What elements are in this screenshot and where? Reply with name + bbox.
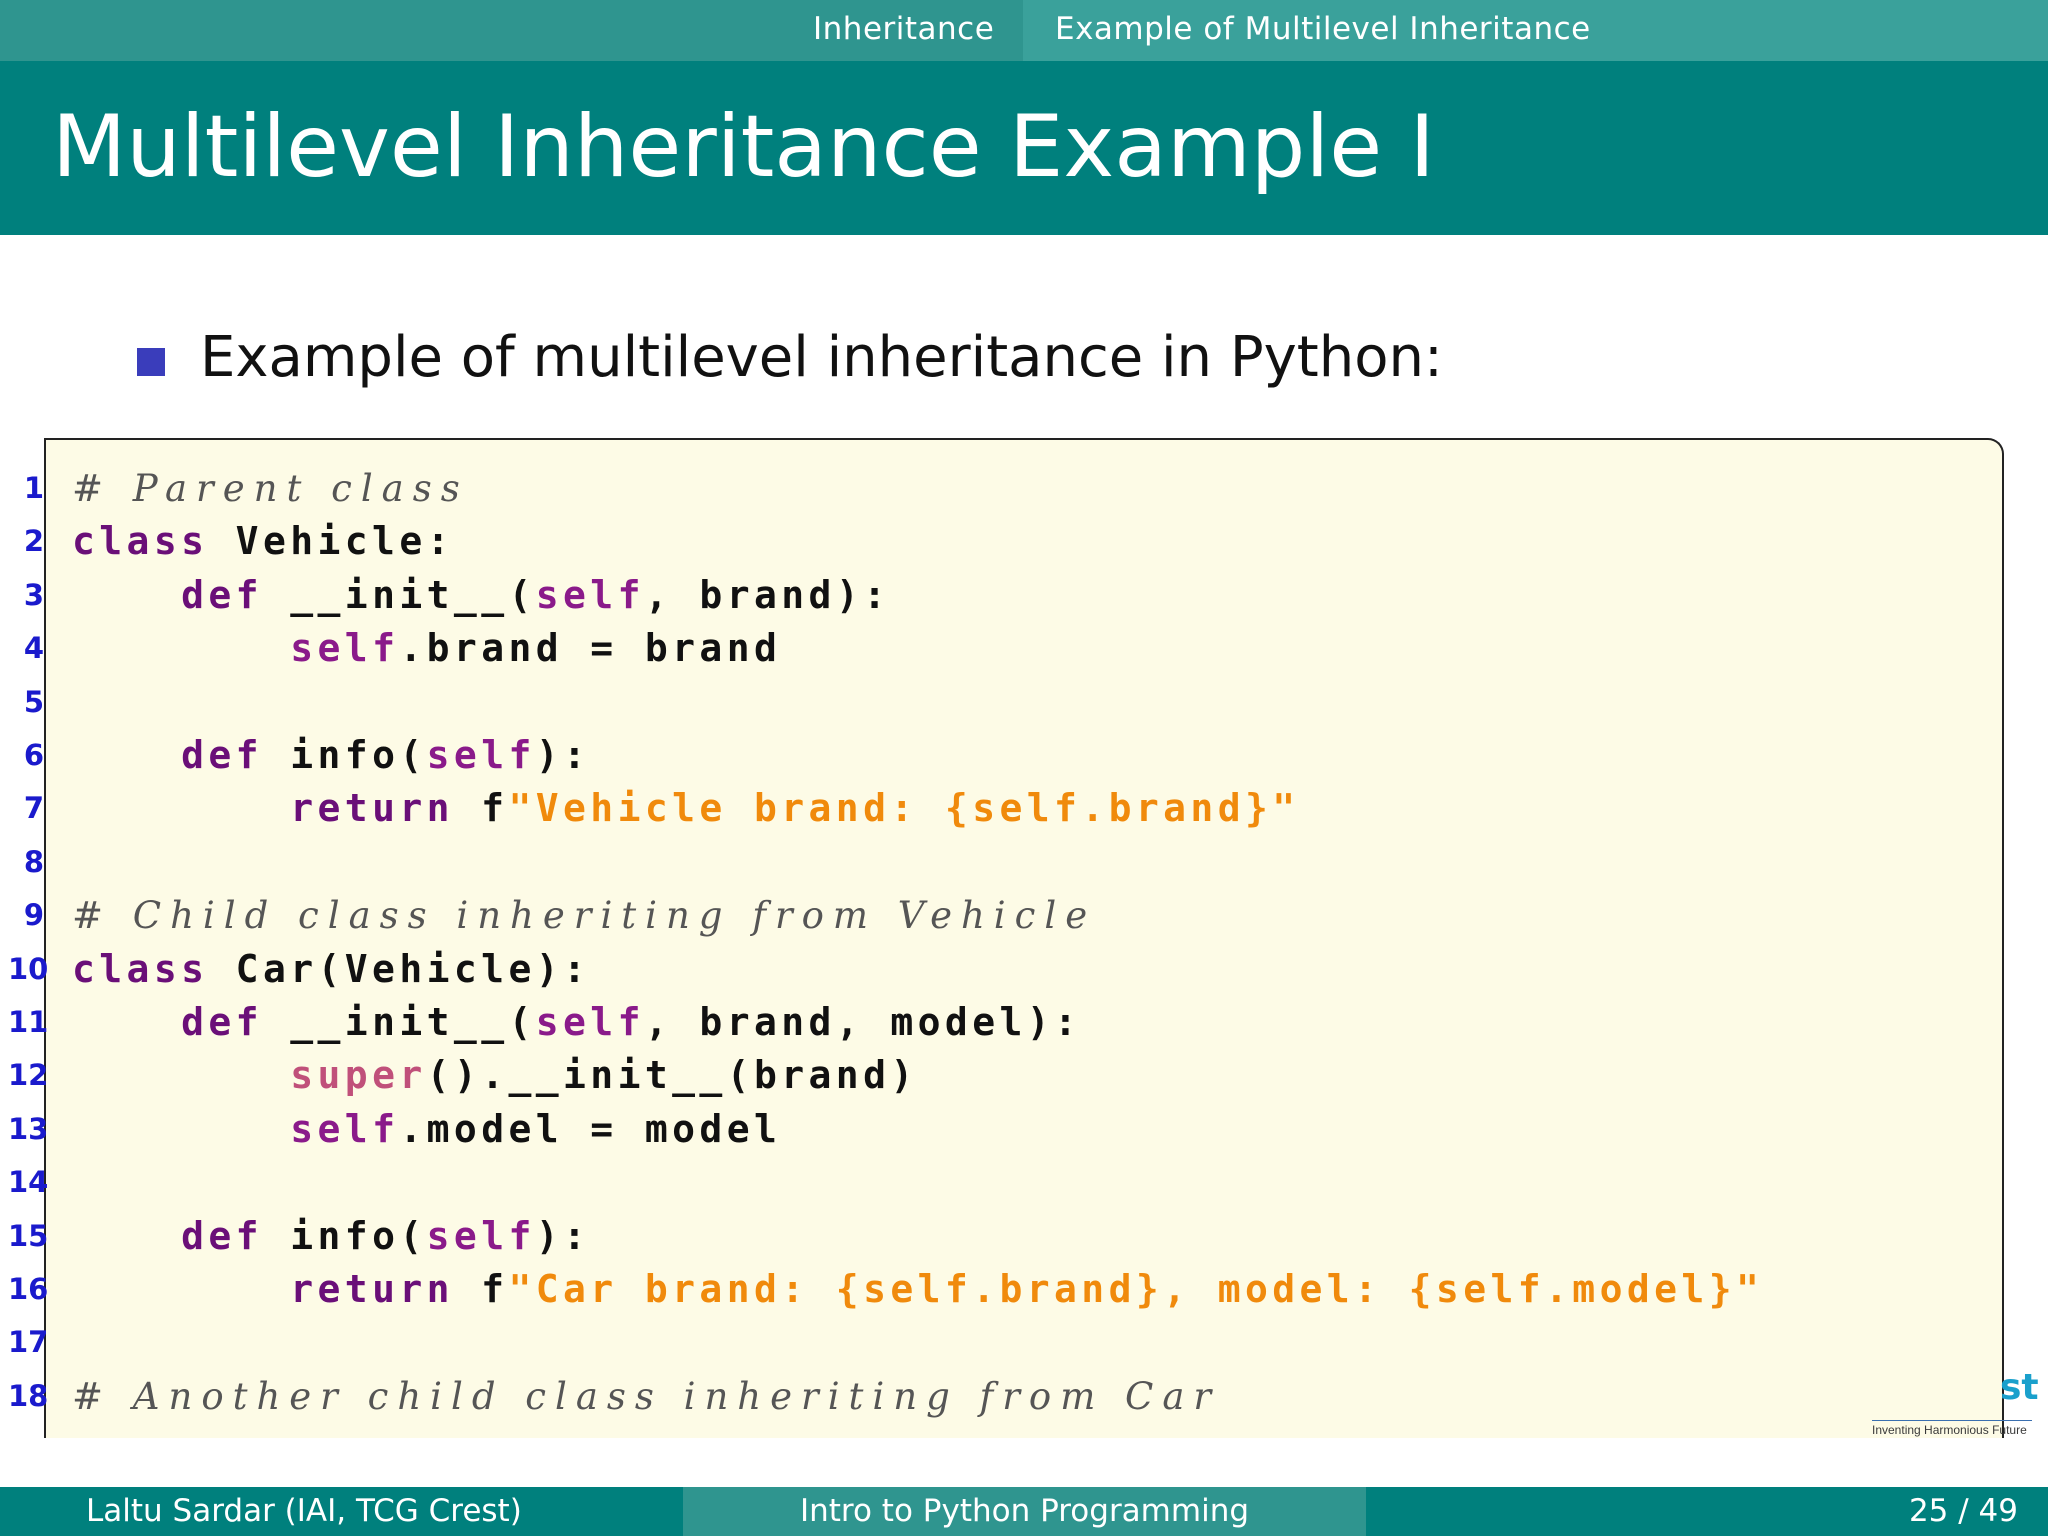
- code-token-kw: def: [181, 1000, 263, 1044]
- line-number: 18: [8, 1378, 49, 1413]
- line-number: 14: [8, 1165, 49, 1200]
- code-token-kw: return: [290, 1267, 454, 1311]
- line-number: 7: [23, 791, 44, 826]
- code-line: def __init__(self, brand):: [72, 569, 890, 622]
- code-token-plain: Car(Vehicle):: [208, 946, 591, 991]
- code-token-plain: ):: [535, 1213, 591, 1258]
- line-number: 12: [8, 1058, 49, 1093]
- code-line: def __init__(self, brand, model):: [72, 996, 1081, 1049]
- code-line: # Child class inheriting from Vehicle: [72, 889, 1096, 942]
- nav-section-link[interactable]: Inheritance: [813, 0, 994, 61]
- footer-author: Laltu Sardar (IAI, TCG Crest): [0, 1487, 683, 1536]
- code-token-plain: .brand = brand: [399, 626, 782, 671]
- code-token-self: self: [426, 733, 536, 777]
- line-number: 2: [23, 524, 44, 559]
- footer-page-number: 25 / 49: [1366, 1487, 2048, 1536]
- code-token-plain: f: [453, 1267, 509, 1311]
- code-token-kw: def: [181, 733, 263, 777]
- code-line: return f"Car brand: {self.brand}, model:…: [72, 1263, 1763, 1316]
- code-token-self: self: [426, 1213, 536, 1258]
- code-token-comment: # Another child class inheriting from Ca…: [72, 1374, 1221, 1418]
- code-listing: 1 # Parent class 2 class Vehicle: 3 def __in…: [8, 438, 2004, 1500]
- code-line: return f"Vehicle brand: {self.brand}": [72, 782, 1300, 835]
- code-token-str: "Car brand: {self.brand}, model: {self.m…: [508, 1267, 1764, 1311]
- line-number: 8: [23, 844, 44, 879]
- code-token-plain: __init__(: [262, 1000, 536, 1044]
- code-token-plain: , brand, model):: [644, 1000, 1082, 1044]
- logo-fragment: st: [2000, 1367, 2039, 1408]
- code-token-builtin: super: [290, 1053, 427, 1098]
- line-number: 6: [23, 738, 44, 772]
- code-line: self.brand = brand: [72, 622, 781, 675]
- slide-title: Multilevel Inheritance Example I: [52, 97, 1435, 197]
- code-token-plain: .model = model: [399, 1106, 782, 1151]
- nav-subsection-link[interactable]: Example of Multilevel Inheritance: [1023, 0, 2048, 61]
- code-line: # Parent class: [72, 462, 469, 515]
- footer-course-title: Intro to Python Programming: [683, 1487, 1366, 1536]
- logo-tagline: Inventing Harmonious Future: [1872, 1420, 2032, 1437]
- line-number: 16: [8, 1272, 49, 1306]
- line-number: 3: [23, 577, 44, 612]
- code-line: super().__init__(brand): [72, 1049, 918, 1102]
- code-token-kw: def: [181, 572, 263, 617]
- footer-bar: Laltu Sardar (IAI, TCG Crest) Intro to P…: [0, 1487, 2048, 1536]
- code-token-kw: return: [290, 786, 454, 831]
- line-number: 9: [23, 898, 44, 933]
- line-number: 1: [23, 471, 44, 505]
- title-bar: Multilevel Inheritance Example I: [0, 61, 2048, 235]
- line-number: 4: [23, 631, 44, 666]
- line-number: 5: [23, 684, 44, 719]
- line-number: 13: [8, 1111, 49, 1146]
- code-token-kw: class: [72, 946, 209, 991]
- code-token-comment: # Parent class: [72, 467, 469, 510]
- code-token-self: self: [535, 572, 645, 617]
- code-token-plain: info(: [262, 733, 427, 777]
- line-number: 11: [8, 1005, 49, 1039]
- top-navigation-bar: Inheritance Example of Multilevel Inheri…: [0, 0, 2048, 61]
- line-number: 10: [8, 951, 49, 986]
- code-line: class Car(Vehicle):: [72, 943, 590, 996]
- code-token-plain: info(: [262, 1213, 427, 1258]
- code-token-plain: ):: [535, 733, 591, 777]
- bullet-marker: [137, 348, 165, 376]
- code-line: class Vehicle:: [72, 515, 454, 568]
- code-token-kw: def: [181, 1213, 263, 1258]
- code-token-kw: class: [72, 519, 209, 564]
- line-number: 15: [8, 1218, 49, 1253]
- code-token-plain: __init__(: [262, 572, 536, 617]
- code-token-plain: Vehicle:: [208, 519, 454, 564]
- code-line: self.model = model: [72, 1103, 781, 1156]
- code-token-self: self: [290, 626, 400, 671]
- line-number: 17: [8, 1325, 49, 1360]
- code-token-plain: f: [453, 786, 509, 831]
- code-line: def info(self):: [72, 729, 590, 782]
- code-line: def info(self):: [72, 1210, 590, 1263]
- code-token-comment: # Child class inheriting from Vehicle: [72, 894, 1097, 938]
- code-token-plain: , brand):: [644, 572, 891, 617]
- bullet-text: Example of multilevel inheritance in Pyt…: [200, 325, 1443, 390]
- code-token-str: "Vehicle brand: {self.brand}": [508, 786, 1300, 831]
- code-token-self: self: [290, 1106, 400, 1151]
- code-token-self: self: [535, 1000, 645, 1044]
- code-line: # Another child class inheriting from Ca…: [72, 1370, 1220, 1423]
- code-token-plain: ().__init__(brand): [426, 1053, 918, 1098]
